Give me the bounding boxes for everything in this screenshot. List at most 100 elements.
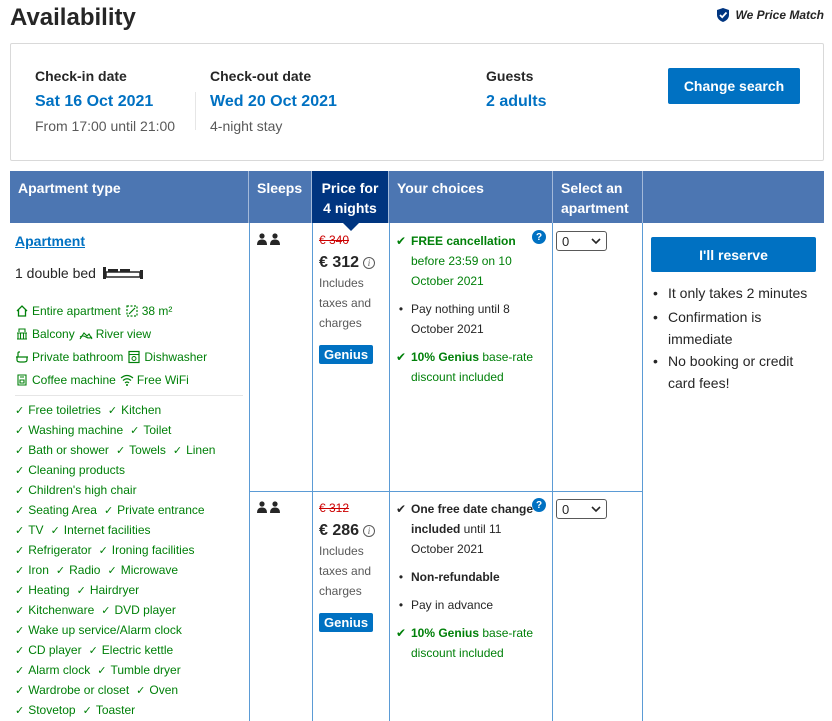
choice-emphasis: Non-refundable bbox=[411, 570, 500, 584]
facility-item: 38 m² bbox=[125, 303, 173, 318]
choice-item: • Pay in advance bbox=[395, 595, 543, 615]
question-icon[interactable]: ? bbox=[532, 498, 546, 512]
header-reserve bbox=[643, 171, 824, 223]
facility-label: Free WiFi bbox=[136, 372, 189, 387]
header-apartment-type: Apartment type bbox=[10, 171, 249, 223]
column-divider bbox=[642, 223, 643, 721]
amenity-list: Free toiletries Kitchen Washing machine Toi… bbox=[15, 400, 243, 720]
choice-detail: Pay nothing until 8 October 2021 bbox=[411, 302, 510, 336]
choice-text: 10% Genius base-rate discount included bbox=[411, 623, 543, 663]
header-select-line2: apartment bbox=[561, 200, 629, 216]
amenity-row: Iron Radio Microwave bbox=[15, 560, 243, 580]
apartment-link[interactable]: Apartment bbox=[15, 233, 85, 249]
amenity-item: Internet facilities bbox=[51, 523, 151, 537]
choice-item: • Non-refundable bbox=[395, 567, 543, 587]
benefit-item: It only takes 2 minutes bbox=[651, 282, 821, 304]
change-search-button[interactable]: Change search bbox=[668, 68, 800, 104]
checkin-date[interactable]: Sat 16 Oct 2021 bbox=[35, 93, 175, 114]
amenity-row: Free toiletries Kitchen bbox=[15, 400, 243, 420]
check-icon: ✔ bbox=[395, 626, 407, 640]
choice-item: ✔ One free date change included until 11 … bbox=[395, 499, 543, 559]
choice-emphasis: FREE cancellation bbox=[411, 234, 516, 248]
amenity-item: Heating bbox=[15, 583, 69, 597]
amenity-row: Wake up service/Alarm clock bbox=[15, 620, 243, 640]
facility-item: River view bbox=[79, 327, 151, 341]
stay-length: 4-night stay bbox=[210, 118, 283, 134]
facility-item: Entire apartment bbox=[15, 304, 121, 318]
amenity-item: Wardrobe or closet bbox=[15, 683, 129, 697]
amenity-item: Towels bbox=[116, 443, 166, 457]
choice-detail: Pay in advance bbox=[411, 598, 494, 612]
header-price: Price for 4 nights bbox=[312, 171, 389, 231]
amenity-item: Alarm clock bbox=[15, 663, 90, 677]
amenity-item: Washing machine bbox=[15, 423, 123, 437]
amenity-item: Private entrance bbox=[104, 503, 204, 517]
facility-row: Coffee machine Free WiFi bbox=[15, 368, 243, 391]
amenity-row: Heating Hairdryer bbox=[15, 580, 243, 600]
amenity-item: Kitchenware bbox=[15, 603, 94, 617]
choice-emphasis: 10% Genius bbox=[411, 626, 480, 640]
checkout-date[interactable]: Wed 20 Oct 2021 bbox=[210, 93, 337, 114]
header-price-line1: Price for bbox=[321, 180, 379, 196]
facility-list: Entire apartment 38 m² Balcony River vie… bbox=[15, 299, 243, 720]
bath-icon bbox=[16, 350, 28, 363]
price-note: Includes taxes and charges bbox=[319, 276, 372, 330]
genius-badge: Genius bbox=[319, 613, 374, 632]
benefit-item: No booking or credit card fees! bbox=[651, 350, 821, 394]
guests-value[interactable]: 2 adults bbox=[486, 93, 546, 114]
choice-emphasis: 10% Genius bbox=[411, 350, 480, 364]
amenity-item: Oven bbox=[136, 683, 178, 697]
genius-badge: Genius bbox=[319, 345, 374, 364]
facility-item: Private bathroom bbox=[15, 350, 123, 364]
question-icon[interactable]: ? bbox=[532, 230, 546, 244]
reserve-button[interactable]: I'll reserve bbox=[651, 237, 816, 272]
facility-label: 38 m² bbox=[141, 303, 173, 318]
chevron-down-icon bbox=[591, 505, 601, 512]
amenity-item: Bath or shower bbox=[15, 443, 109, 457]
amenity-item: TV bbox=[15, 523, 43, 537]
facility-label: Private bathroom bbox=[32, 349, 124, 364]
room-quantity-select[interactable]: 0 bbox=[556, 231, 607, 251]
choice-item: • Pay nothing until 8 October 2021 bbox=[395, 299, 543, 339]
amenity-item: Kitchen bbox=[108, 403, 161, 417]
choice-item: ✔ 10% Genius base-rate discount included bbox=[395, 623, 543, 663]
column-divider bbox=[249, 223, 250, 721]
checkout-block: Check-out date Wed 20 Oct 2021 4-night s… bbox=[210, 68, 337, 134]
choices-list: ✔ FREE cancellation before 23:59 on 10 Oc… bbox=[395, 231, 543, 395]
chevron-down-icon bbox=[591, 237, 601, 244]
amenity-item: Children's high chair bbox=[15, 483, 136, 497]
choice-text: FREE cancellation before 23:59 on 10 Oct… bbox=[411, 231, 543, 291]
row-divider bbox=[249, 491, 642, 492]
current-price-value: € 312 bbox=[319, 254, 360, 271]
amenity-item: Wake up service/Alarm clock bbox=[15, 623, 182, 637]
dishwasher-icon bbox=[128, 350, 140, 363]
info-icon[interactable]: i bbox=[363, 525, 376, 537]
header-select-line1: Select an bbox=[561, 180, 623, 196]
amenity-row: Refrigerator Ironing facilities bbox=[15, 540, 243, 560]
room-quantity-select[interactable]: 0 bbox=[556, 499, 607, 519]
facility-label: Entire apartment bbox=[32, 303, 121, 318]
availability-table: Apartment type Sleeps Price for 4 nights… bbox=[10, 171, 824, 721]
facility-row: Entire apartment 38 m² bbox=[15, 299, 243, 322]
column-divider bbox=[389, 223, 390, 721]
check-icon: ✔ bbox=[395, 502, 407, 516]
guests-label: Guests bbox=[486, 68, 534, 84]
price-match-label: We Price Match bbox=[735, 8, 824, 22]
column-divider bbox=[312, 223, 313, 721]
amenity-item: DVD player bbox=[101, 603, 175, 617]
check-icon: ✔ bbox=[395, 350, 407, 364]
choice-item: ✔ 10% Genius base-rate discount included bbox=[395, 347, 543, 387]
info-icon[interactable]: i bbox=[363, 257, 376, 269]
amenity-row: Kitchenware DVD player bbox=[15, 600, 243, 620]
sleeps-indicator bbox=[256, 501, 281, 513]
original-price: € 312 bbox=[319, 501, 350, 515]
checkin-label: Check-in date bbox=[35, 68, 127, 84]
select-value: 0 bbox=[562, 501, 570, 517]
amenity-item: Hairdryer bbox=[77, 583, 139, 597]
amenity-item: Free toiletries bbox=[15, 403, 101, 417]
river-view-icon bbox=[79, 331, 93, 339]
facility-item: Balcony bbox=[15, 327, 75, 341]
amenity-row: Wardrobe or closet Oven bbox=[15, 680, 243, 700]
search-summary: Check-in date Sat 16 Oct 2021 From 17:00… bbox=[10, 43, 824, 161]
divider bbox=[195, 92, 196, 130]
